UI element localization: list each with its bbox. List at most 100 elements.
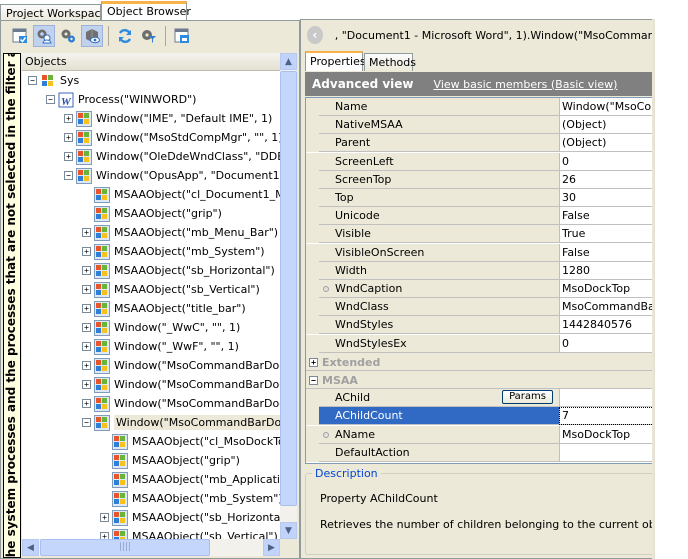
tree-node[interactable]: + Window("_WwC", "", 1) <box>82 318 240 337</box>
basic-view-link[interactable]: View basic members (Basic view) <box>434 78 618 91</box>
expand-icon[interactable]: + <box>82 380 91 389</box>
expand-icon[interactable]: + <box>82 323 91 332</box>
tree-node[interactable]: + Window("MsoStdCompMgr", "", 1) <box>64 128 280 147</box>
object-tree[interactable]: − Sys − W Process("WINWORD") + Window("IME", "… <box>22 71 280 539</box>
category-extended[interactable]: + Extended <box>306 352 660 371</box>
properties-grid[interactable]: NameWindow("MsoCommNativeMSAA(Object)Par… <box>305 97 661 464</box>
property-value[interactable] <box>559 389 660 408</box>
property-value[interactable]: 1280 <box>559 261 660 280</box>
category-msaa[interactable]: − MSAA <box>306 371 660 389</box>
collapse-icon[interactable]: − <box>28 76 37 85</box>
tree-node[interactable]: MSAAObject("cl_MsoDockTop" <box>100 432 280 451</box>
property-row[interactable]: DefaultAction <box>306 443 660 462</box>
property-row[interactable]: Top 30 <box>306 189 660 207</box>
property-value[interactable]: MsoCommandBarDock <box>559 298 660 317</box>
property-row[interactable]: Unicode False <box>306 207 660 226</box>
tree-node[interactable]: − Window("MsoCommandBarDock", ' <box>82 413 280 432</box>
expand-icon[interactable]: + <box>82 247 91 256</box>
property-row[interactable]: WndStylesEx 0 <box>306 334 660 353</box>
tree-node[interactable]: + MSAAObject("sb_Horizontal") <box>100 508 280 527</box>
tree-node[interactable]: + MSAAObject("mb_System") <box>82 242 265 261</box>
tab-object-browser[interactable]: Object Browser <box>101 1 191 21</box>
property-row[interactable]: AChild Params <box>306 389 660 408</box>
expand-icon[interactable]: + <box>82 361 91 370</box>
property-value[interactable]: False <box>559 243 660 262</box>
expand-icon[interactable]: + <box>64 152 73 161</box>
property-row[interactable]: Parent (Object) <box>306 134 660 153</box>
tree-node[interactable]: + Window("OleDdeWndClass", "DDE Ser <box>64 147 280 166</box>
scroll-left-button[interactable]: ◀ <box>22 539 39 556</box>
property-row[interactable]: ScreenLeft 0 <box>306 152 660 171</box>
tree-node[interactable]: MSAAObject("cl_Document1_Micro <box>82 185 280 204</box>
toolbar-button-gears[interactable] <box>57 25 79 47</box>
property-row[interactable]: WndStyles 1442840576 <box>306 316 660 335</box>
tree-node[interactable]: + Window("IME", "Default IME", 1) <box>64 109 272 128</box>
property-row[interactable]: AName MsoDockTop <box>306 425 660 444</box>
back-button[interactable]: ‹ <box>307 26 323 44</box>
property-value[interactable]: (Object) <box>559 134 660 153</box>
tab-project-workspace[interactable]: Project Workspace <box>0 4 107 21</box>
property-row[interactable]: ScreenTop 26 <box>306 170 660 189</box>
tree-node[interactable]: MSAAObject("grip") <box>82 204 222 223</box>
property-value[interactable]: True <box>559 225 660 244</box>
tree-node[interactable]: MSAAObject("mb_Application" <box>100 470 280 489</box>
property-value[interactable]: (Object) <box>559 116 660 135</box>
expand-icon[interactable]: + <box>82 228 91 237</box>
tree-node[interactable]: + MSAAObject("mb_Menu_Bar") <box>82 223 278 242</box>
expand-icon[interactable]: + <box>82 266 91 275</box>
tree-node[interactable]: − Window("OpusApp", "Document1 - Mic <box>64 166 280 185</box>
toolbar-button-window-check[interactable] <box>9 25 31 47</box>
scroll-down-button[interactable]: ▼ <box>280 522 297 539</box>
tree-node[interactable]: + MSAAObject("sb_Vertical") <box>100 527 278 539</box>
tab-methods[interactable]: Methods <box>364 53 416 71</box>
property-value[interactable]: False <box>559 207 660 226</box>
params-button[interactable]: Params <box>502 390 553 405</box>
property-value[interactable]: MsoDockTop <box>559 425 660 444</box>
tree-node[interactable]: + MSAAObject("title_bar") <box>82 299 246 318</box>
scroll-right-button[interactable]: ▶ <box>263 539 280 556</box>
expand-icon[interactable]: + <box>82 304 91 313</box>
expand-icon[interactable]: + <box>100 513 109 522</box>
tab-properties[interactable]: Properties <box>305 51 366 71</box>
tree-node[interactable]: + Window("MsoCommandBarDock", ' <box>82 356 280 375</box>
property-value[interactable]: 0 <box>559 152 660 171</box>
tree-node[interactable]: − W Process("WINWORD") <box>46 90 196 109</box>
expand-icon[interactable]: + <box>82 342 91 351</box>
tree-node[interactable]: − Sys <box>28 71 79 90</box>
horizontal-scroll-thumb[interactable]: |||| <box>40 539 210 556</box>
property-value[interactable] <box>559 443 660 462</box>
toolbar-button-window-panel[interactable] <box>171 25 193 47</box>
tree-vertical-scrollbar[interactable]: ▲ ▼ <box>280 53 297 539</box>
property-row[interactable]: WndClass MsoCommandBarDock <box>306 298 660 317</box>
expand-icon[interactable]: + <box>64 114 73 123</box>
vertical-scroll-thumb[interactable] <box>280 71 297 506</box>
property-value[interactable]: Window("MsoComm <box>559 98 660 116</box>
toolbar-button-gear-user[interactable] <box>33 25 55 47</box>
property-value[interactable]: 7 <box>559 407 660 426</box>
tree-node[interactable]: + MSAAObject("sb_Horizontal") <box>82 261 275 280</box>
property-value[interactable]: 1442840576 <box>559 316 660 335</box>
property-value[interactable]: MsoDockTop <box>559 280 660 298</box>
tree-node[interactable]: MSAAObject("grip") <box>100 451 240 470</box>
property-row[interactable]: Name Window("MsoComm <box>306 98 660 116</box>
tree-node[interactable]: + Window("MsoCommandBarDock", ' <box>82 394 280 413</box>
objects-column-header[interactable]: Objects <box>22 53 280 71</box>
toolbar-button-box-eye[interactable] <box>81 25 103 47</box>
property-row[interactable]: WndCaption MsoDockTop <box>306 280 660 298</box>
property-row[interactable]: Width 1280 <box>306 261 660 280</box>
collapse-icon[interactable]: − <box>82 418 91 427</box>
property-row[interactable]: VisibleOnScreen False <box>306 243 660 262</box>
property-row[interactable]: Visible True <box>306 225 660 244</box>
collapse-icon[interactable]: − <box>46 95 55 104</box>
tree-node[interactable]: + Window("_WwF", "", 1) <box>82 337 239 356</box>
tree-node[interactable]: + MSAAObject("sb_Vertical") <box>82 280 260 299</box>
expand-icon[interactable]: + <box>64 133 73 142</box>
collapse-icon[interactable]: − <box>64 171 73 180</box>
expand-icon[interactable]: + <box>82 399 91 408</box>
property-value[interactable]: 30 <box>559 189 660 207</box>
tree-node[interactable]: MSAAObject("mb_System") <box>100 489 280 508</box>
property-value[interactable]: 0 <box>559 334 660 353</box>
tree-horizontal-scrollbar[interactable]: ◀ |||| ▶ <box>22 539 280 556</box>
property-row[interactable]: NativeMSAA (Object) <box>306 116 660 135</box>
scroll-up-button[interactable]: ▲ <box>280 53 297 70</box>
